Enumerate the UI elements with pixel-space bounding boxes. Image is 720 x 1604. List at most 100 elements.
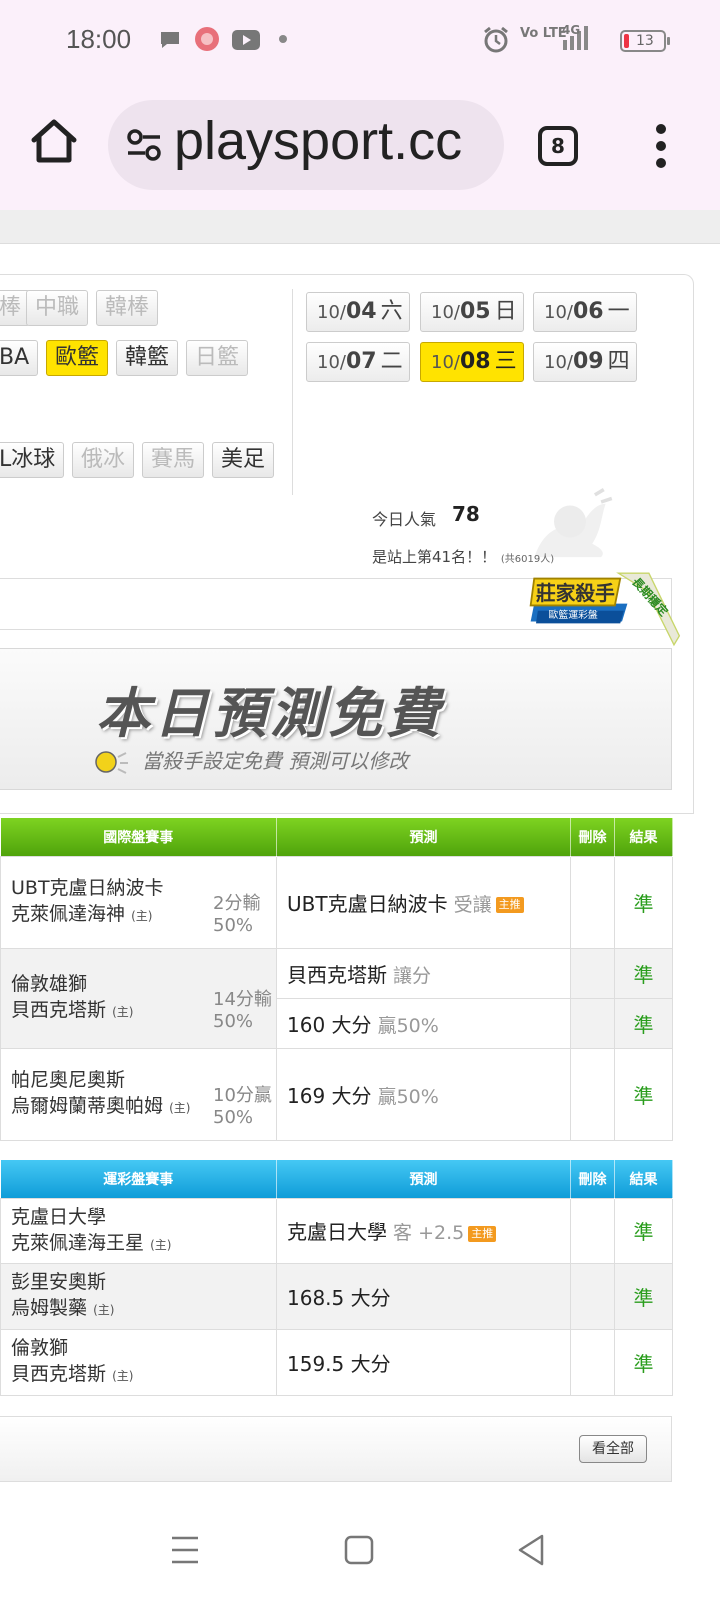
header-strip — [0, 210, 720, 244]
team-home: 貝西克塔斯 — [11, 999, 107, 1021]
home-marker: (主) — [93, 1303, 115, 1317]
back-icon[interactable] — [516, 1532, 546, 1568]
result-cell: 準 — [614, 1197, 673, 1264]
prediction-type: 讓分 — [387, 964, 432, 987]
col-header-prediction: 預測 — [276, 1160, 571, 1198]
team-home: 烏爾姆蘭蒂奧帕姆 — [11, 1095, 164, 1117]
team-home: 烏姆製藥 — [11, 1297, 88, 1319]
col-header-delete: 刪除 — [570, 1160, 615, 1198]
score-percent: 50% — [213, 914, 254, 936]
home-icon[interactable] — [28, 116, 80, 168]
date-button-1006[interactable]: 10/06 一 — [533, 292, 637, 332]
score-percent: 50% — [213, 1106, 254, 1128]
rank-text: 是站上第41名！！ (共6019人) — [372, 546, 554, 567]
date-day: 08 — [459, 349, 491, 374]
main-pick-tag: 主推 — [468, 1225, 497, 1242]
sport-nhl-button[interactable]: L冰球 — [0, 442, 65, 478]
home-marker: (主) — [150, 1237, 172, 1252]
prediction-type: 贏50% — [371, 1085, 439, 1108]
popularity-label: 今日人氣 — [372, 510, 437, 529]
score-percent: 50% — [213, 1010, 254, 1032]
sport-nba-button[interactable]: BA — [0, 340, 39, 376]
col-header-event: 國際盤賽事 — [0, 818, 277, 856]
match-teams: 倫敦雄獅 貝西克塔斯 (主) 14分輸 50% — [0, 947, 277, 1049]
prediction-cell: UBT克盧日納波卡 受讓 主推 — [276, 855, 571, 949]
team-away: 克盧日大學 — [11, 1205, 107, 1228]
panel-divider — [292, 289, 293, 495]
date-month: 10/ — [317, 352, 346, 373]
sport-korea-basketball-button[interactable]: 韓籃 — [116, 340, 179, 376]
final-score: 2分輸 — [213, 892, 261, 914]
prediction-pick: 168.5 大分 — [287, 1285, 391, 1310]
final-score: 14分輸 — [213, 988, 272, 1010]
final-score: 10分贏 — [213, 1084, 272, 1106]
dot-icon — [279, 35, 287, 43]
sport-nfl-button[interactable]: 美足 — [212, 442, 275, 478]
chat-bubble-icon — [161, 32, 179, 48]
match-teams: 彭里安奧斯 烏姆製藥 (主) — [0, 1262, 277, 1330]
result-cell: 準 — [614, 1328, 673, 1396]
match-teams: UBT克盧日納波卡 克萊佩達海神 (主) 2分輸 50% — [0, 855, 277, 949]
prediction-type: 贏50% — [371, 1014, 439, 1037]
prediction-cell: 168.5 大分 — [276, 1262, 571, 1330]
banner-title: 本日預測免費 — [96, 682, 444, 745]
sport-cpbl-button[interactable]: 中職 — [26, 290, 89, 326]
delete-cell — [570, 1197, 615, 1264]
table-row: 帕尼奧尼奧斯 烏爾姆蘭蒂奧帕姆 (主) 10分贏 50% 169 大分 贏50% … — [0, 1047, 673, 1141]
sport-kbo-button[interactable]: 韓棒 — [96, 290, 159, 326]
delete-cell — [570, 1047, 615, 1141]
sport-horse-racing-button[interactable]: 賽馬 — [142, 442, 205, 478]
battery-icon: 13 — [620, 30, 670, 52]
date-button-1005[interactable]: 10/05 日 — [420, 292, 524, 332]
clock: 18:00 — [66, 24, 132, 54]
prediction-cell: 159.5 大分 — [276, 1328, 571, 1396]
badge-subtitle: 歐籃運彩盤 — [549, 608, 598, 621]
lottery-predictions-table: 運彩盤賽事 預測 刪除 結果 克盧日大學 克萊佩達海王星 (主) 克盧日大學 客… — [0, 1160, 673, 1396]
date-button-1008[interactable]: 10/08 三 — [420, 342, 524, 382]
banker-killer-badge-icon: 莊家殺手 歐籃運彩盤 長期穩定 — [529, 572, 681, 647]
delete-cell — [570, 1262, 615, 1330]
team-home: 克萊佩達海神 — [11, 903, 126, 925]
sport-japan-basketball-button[interactable]: 日籃 — [186, 340, 249, 376]
match-teams: 克盧日大學 克萊佩達海王星 (主) — [0, 1197, 277, 1264]
table-header-row: 運彩盤賽事 預測 刪除 結果 — [0, 1160, 673, 1198]
sport-euro-basketball-button[interactable]: 歐籃 — [46, 340, 109, 376]
date-button-1004[interactable]: 10/04 六 — [306, 292, 410, 332]
sport-russia-hockey-button[interactable]: 俄冰 — [72, 442, 135, 478]
result-cell: 準 — [614, 855, 673, 949]
system-navigation-bar — [0, 1502, 720, 1604]
match-teams: 倫敦獅 貝西克塔斯 (主) — [0, 1328, 277, 1396]
date-weekday: 二 — [380, 349, 403, 374]
delete-cell — [570, 947, 615, 999]
url-text: playsport.cc — [174, 111, 463, 171]
home-marker: (主) — [169, 1101, 191, 1115]
site-settings-icon[interactable] — [126, 128, 162, 162]
app-notification-icon — [195, 27, 219, 51]
date-month: 10/ — [544, 302, 573, 323]
col-header-result: 結果 — [614, 1160, 673, 1198]
date-button-1009[interactable]: 10/09 四 — [533, 342, 637, 382]
free-prediction-banner: 本日預測免費 當殺手設定免費 預測可以修改 — [0, 648, 672, 790]
tab-switcher-button[interactable]: 8 — [538, 126, 578, 166]
prediction-type: 受讓 — [447, 893, 492, 916]
badge-title: 莊家殺手 — [536, 582, 615, 605]
table-header-row: 國際盤賽事 預測 刪除 結果 — [0, 818, 673, 856]
team-away: 彭里安奧斯 — [11, 1271, 107, 1293]
date-day: 06 — [572, 299, 604, 324]
date-weekday: 四 — [607, 349, 630, 374]
address-bar[interactable]: playsport.cc — [108, 100, 504, 190]
banner-subtitle: 當殺手設定免費 預測可以修改 — [142, 749, 409, 773]
browser-toolbar: playsport.cc 8 — [0, 84, 720, 210]
prediction-pick: 159.5 大分 — [287, 1351, 391, 1376]
popularity-value: 78 — [452, 502, 480, 526]
view-all-button[interactable]: 看全部 — [579, 1435, 647, 1463]
date-button-1007[interactable]: 10/07 二 — [306, 342, 410, 382]
more-menu-icon[interactable] — [656, 124, 668, 168]
home-nav-icon[interactable] — [344, 1532, 374, 1568]
prediction-cell: 貝西克塔斯 讓分 — [276, 947, 571, 999]
date-day: 05 — [459, 299, 491, 324]
recent-apps-icon[interactable] — [170, 1532, 200, 1568]
delete-cell — [570, 1328, 615, 1396]
prediction-cell: 克盧日大學 客 +2.5 主推 — [276, 1197, 571, 1264]
youtube-icon — [232, 30, 260, 50]
